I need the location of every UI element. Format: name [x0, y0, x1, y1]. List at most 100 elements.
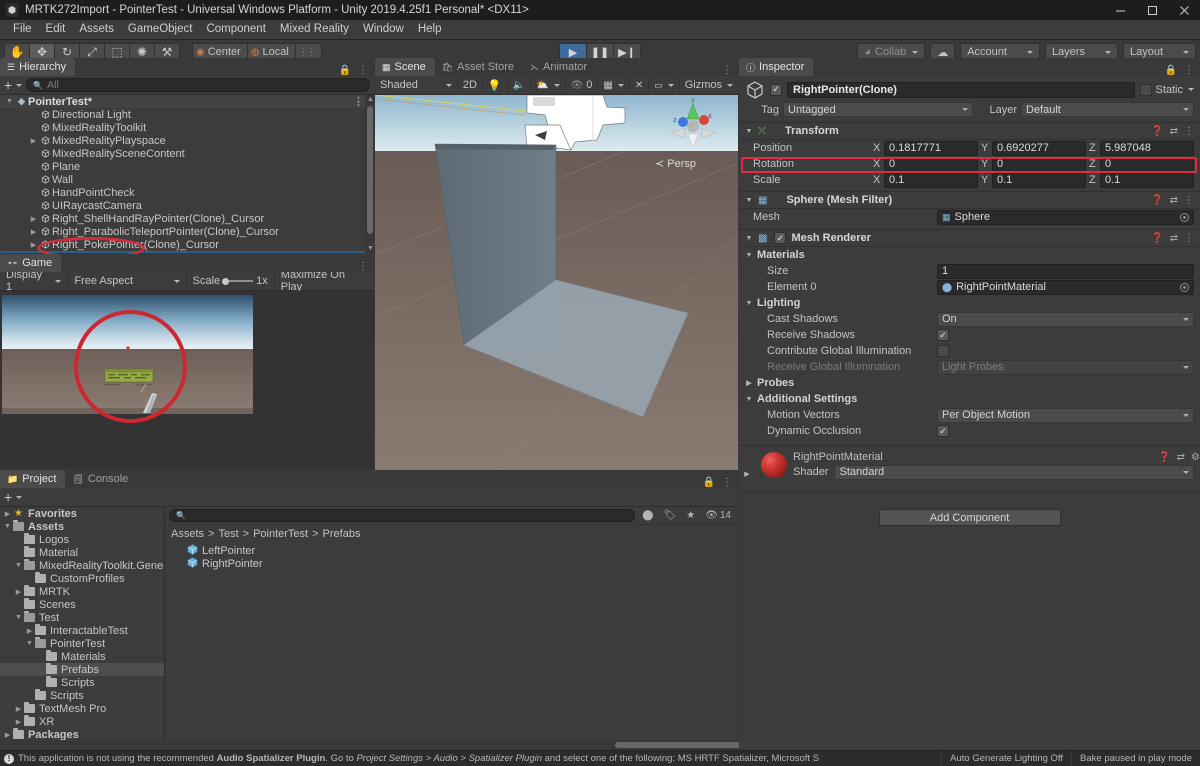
preset-icon[interactable]: ⇄	[1170, 195, 1178, 206]
position-z-input[interactable]: 5.987048	[1100, 141, 1194, 156]
static-toggle[interactable]: Static	[1140, 84, 1194, 96]
lock-icon[interactable]: 🔒	[703, 477, 715, 488]
hierarchy-add-button[interactable]: +	[4, 78, 22, 92]
project-horizontal-scrollbar[interactable]	[0, 740, 738, 750]
tab-game[interactable]: 👓 Game	[0, 254, 61, 272]
contribute-gi-checkbox[interactable]	[937, 345, 949, 357]
dynamic-occlusion-checkbox[interactable]: ✓	[937, 425, 949, 437]
project-tree-item[interactable]: CustomProfiles	[0, 572, 164, 585]
menu-window[interactable]: Window	[356, 20, 411, 39]
scene-component-tools[interactable]: ✕	[630, 76, 649, 95]
help-icon[interactable]: ❓	[1151, 233, 1163, 244]
maximize-on-play-toggle[interactable]: Maximize On Play	[275, 272, 374, 291]
bake-status[interactable]: Bake paused in play mode	[1071, 751, 1200, 766]
scene-lighting-toggle[interactable]: 💡	[483, 76, 508, 95]
scroll-down-icon[interactable]: ▼	[367, 245, 374, 252]
chevron-down-icon[interactable]: ▼	[745, 235, 753, 242]
tab-scene[interactable]: ▦ Scene	[375, 58, 435, 76]
rotation-y-input[interactable]: 0	[992, 157, 1086, 172]
mesh-renderer-component-header[interactable]: ▼ ▩ ✓ Mesh Renderer ❓ ⇄ ⋮	[739, 229, 1200, 247]
project-tree-item[interactable]: ▶InteractableTest	[0, 624, 164, 637]
maximize-button[interactable]	[1136, 0, 1168, 20]
menu-help[interactable]: Help	[411, 20, 449, 39]
minimize-button[interactable]	[1104, 0, 1136, 20]
game-menu-icon[interactable]: ⋮	[358, 261, 368, 272]
chevron-right-icon[interactable]: ▶	[28, 137, 39, 145]
hierarchy-scroll-thumb[interactable]	[367, 106, 373, 234]
chevron-right-icon[interactable]: ▶	[745, 379, 753, 387]
hierarchy-menu-icon[interactable]: ⋮	[358, 65, 368, 76]
additional-settings-section-header[interactable]: ▼ Additional Settings	[739, 391, 1200, 407]
menu-component[interactable]: Component	[199, 20, 272, 39]
favorites-star-icon[interactable]: ★	[683, 510, 698, 521]
scroll-up-icon[interactable]: ▲	[367, 96, 374, 103]
tab-hierarchy[interactable]: ☰ Hierarchy	[0, 58, 75, 76]
tab-project[interactable]: 📁 Project	[0, 470, 65, 488]
menu-mixed-reality[interactable]: Mixed Reality	[273, 20, 356, 39]
component-menu-icon[interactable]: ⋮	[1184, 233, 1194, 244]
project-add-button[interactable]: +	[4, 490, 22, 504]
scale-x-input[interactable]: 0.1	[884, 173, 978, 188]
scale-slider-track[interactable]	[223, 280, 253, 282]
tag-dropdown[interactable]: Untagged	[783, 102, 973, 117]
breadcrumb-pointertest[interactable]: PointerTest	[253, 528, 308, 540]
project-tree-item[interactable]: ▶TextMesh Pro	[0, 702, 164, 715]
menu-edit[interactable]: Edit	[39, 20, 73, 39]
chevron-right-icon[interactable]: ▶	[13, 718, 24, 726]
object-picker-icon[interactable]	[1180, 213, 1189, 222]
project-menu-icon[interactable]: ⋮	[722, 477, 732, 488]
hierarchy-item[interactable]: Wall	[0, 173, 374, 186]
game-aspect-dropdown[interactable]: Free Aspect	[68, 272, 186, 291]
chevron-down-icon[interactable]: ▼	[745, 197, 753, 204]
project-tree-item[interactable]: Material	[0, 546, 164, 559]
hierarchy-scrollbar[interactable]: ▲ ▼	[365, 95, 374, 253]
hierarchy-item[interactable]: ▶Right_PokePointer(Clone)_Cursor	[0, 238, 374, 251]
breadcrumb-assets[interactable]: Assets	[171, 528, 204, 540]
gameobject-name-input[interactable]: RightPointer(Clone)	[787, 82, 1135, 98]
scene-2d-toggle[interactable]: 2D	[458, 76, 483, 95]
hierarchy-item[interactable]: UIRaycastCamera	[0, 199, 374, 212]
preset-icon[interactable]: ⇄	[1170, 233, 1178, 244]
chevron-down-icon[interactable]: ▼	[745, 252, 753, 259]
scale-y-input[interactable]: 0.1	[992, 173, 1086, 188]
chevron-down-icon[interactable]: ▼	[4, 98, 15, 105]
chevron-down-icon[interactable]: ▼	[13, 614, 24, 621]
game-view-render[interactable]	[0, 291, 374, 469]
project-tree-item[interactable]: Scripts	[0, 689, 164, 702]
hierarchy-search-input[interactable]: 🔍 All	[26, 78, 370, 92]
filter-by-type-icon[interactable]: ⬤	[639, 510, 656, 521]
project-tree-item[interactable]: ▶★Favorites	[0, 507, 164, 520]
project-tree-item[interactable]: Logos	[0, 533, 164, 546]
hierarchy-item[interactable]: ▶Right_ParabolicTeleportPointer(Clone)_C…	[0, 225, 374, 238]
hierarchy-item[interactable]: RightPointer(Clone)	[0, 251, 374, 253]
component-menu-icon[interactable]: ⋮	[1184, 126, 1194, 137]
chevron-right-icon[interactable]: ▶	[2, 731, 13, 739]
chevron-down-icon[interactable]: ▼	[13, 562, 24, 569]
scene-hidden-objects[interactable]: 👁 0	[566, 76, 599, 95]
object-picker-icon[interactable]	[1180, 283, 1189, 292]
mesh-object-field[interactable]: ▦ Sphere	[937, 210, 1194, 225]
project-tree-item[interactable]: Prefabs	[0, 663, 164, 676]
hierarchy-item[interactable]: ▶Right_ShellHandRayPointer(Clone)_Cursor	[0, 212, 374, 225]
game-scale-slider[interactable]: Scale 1x	[187, 272, 275, 291]
chevron-right-icon[interactable]: ▶	[28, 228, 39, 236]
breadcrumb-test[interactable]: Test	[218, 528, 238, 540]
hierarchy-item[interactable]: HandPointCheck	[0, 186, 374, 199]
close-button[interactable]	[1168, 0, 1200, 20]
receive-shadows-checkbox[interactable]: ✓	[937, 329, 949, 341]
project-tree-item[interactable]: Materials	[0, 650, 164, 663]
materials-size-input[interactable]: 1	[937, 264, 1194, 279]
project-search-input[interactable]: 🔍	[169, 509, 635, 522]
tab-inspector[interactable]: ⓘ Inspector	[739, 58, 813, 76]
chevron-down-icon[interactable]: ▼	[745, 128, 753, 135]
scene-gizmos-dropdown[interactable]: Gizmos	[680, 76, 738, 95]
inspector-menu-icon[interactable]: ⋮	[1184, 65, 1194, 76]
element0-object-field[interactable]: ⬤ RightPointMaterial	[937, 280, 1194, 295]
help-icon[interactable]: ❓	[1158, 452, 1170, 463]
project-asset-item[interactable]: LeftPointer	[165, 544, 738, 557]
status-message[interactable]: ! This application is not using the reco…	[0, 753, 941, 764]
hierarchy-item[interactable]: Plane	[0, 160, 374, 173]
project-tree-item[interactable]: ▶MRTK	[0, 585, 164, 598]
chevron-down-icon[interactable]: ▼	[2, 523, 13, 530]
scene-view-render[interactable]: y x z ≺ Persp	[375, 95, 738, 470]
